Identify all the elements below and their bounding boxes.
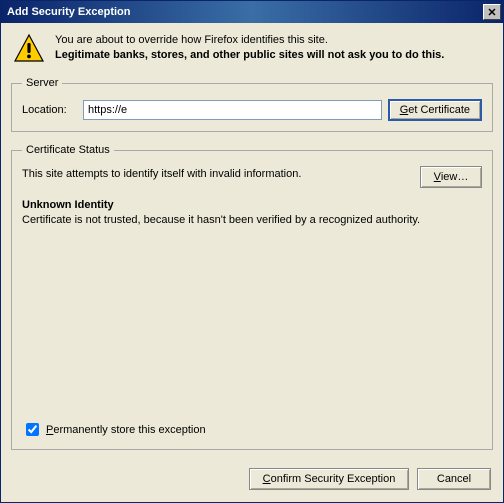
confirm-button[interactable]: Confirm Security Exception bbox=[249, 468, 409, 490]
close-button[interactable]: ✕ bbox=[483, 4, 501, 20]
location-input[interactable] bbox=[83, 100, 382, 120]
dialog-footer: Confirm Security Exception Cancel bbox=[11, 458, 493, 492]
server-group: Server Location: Get Certificate bbox=[11, 77, 493, 132]
get-certificate-button[interactable]: Get Certificate bbox=[388, 99, 482, 121]
cancel-button[interactable]: Cancel bbox=[417, 468, 491, 490]
close-icon: ✕ bbox=[487, 6, 496, 19]
dialog-window: Add Security Exception ✕ You are about t… bbox=[0, 0, 504, 503]
server-legend: Server bbox=[22, 77, 62, 89]
cert-heading: Unknown Identity bbox=[22, 198, 482, 213]
cert-desc: Certificate is not trusted, because it h… bbox=[22, 213, 482, 228]
intro-line2: Legitimate banks, stores, and other publ… bbox=[55, 48, 491, 63]
cert-status-message: This site attempts to identify itself wi… bbox=[22, 166, 420, 180]
permanent-store-checkbox[interactable] bbox=[26, 423, 39, 436]
dialog-content: You are about to override how Firefox id… bbox=[1, 23, 503, 502]
permanent-store-label: Permanently store this exception bbox=[46, 424, 206, 436]
intro-text: You are about to override how Firefox id… bbox=[55, 33, 491, 65]
window-title: Add Security Exception bbox=[7, 6, 130, 18]
cert-legend: Certificate Status bbox=[22, 144, 114, 156]
intro-row: You are about to override how Firefox id… bbox=[11, 31, 493, 73]
certificate-status-group: Certificate Status This site attempts to… bbox=[11, 144, 493, 450]
titlebar: Add Security Exception ✕ bbox=[1, 1, 503, 23]
view-button[interactable]: View… bbox=[420, 166, 482, 188]
warning-icon bbox=[13, 33, 45, 65]
location-label: Location: bbox=[22, 104, 77, 116]
intro-line1: You are about to override how Firefox id… bbox=[55, 33, 491, 48]
